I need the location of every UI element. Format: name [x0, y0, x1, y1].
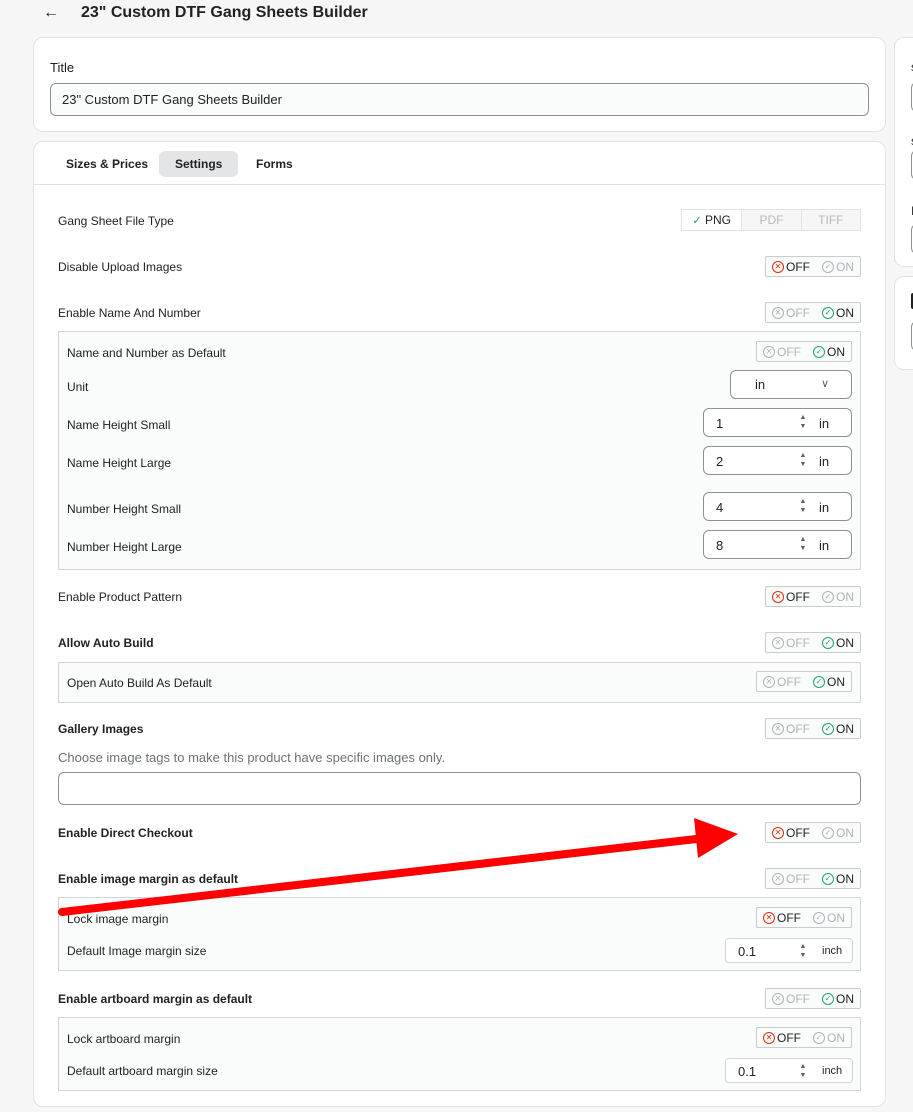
gallery-tags-input[interactable] [58, 772, 861, 805]
artboard-margin-size-input[interactable]: 0.1 ▲ ▼ inch [725, 1058, 853, 1083]
name-number-subpanel: Name and Number as Default ✕ OFF ✓ ON Unit… [58, 331, 861, 570]
image-margin-label: Enable image margin as default [58, 872, 239, 886]
lock-artboard-margin-label: Lock artboard margin [67, 1032, 181, 1046]
stepper-icon[interactable]: ▲ ▼ [798, 535, 808, 553]
on-check-icon: ✓ [822, 872, 834, 885]
back-arrow-icon[interactable]: ← [40, 3, 62, 25]
on-check-icon: ✓ [822, 590, 834, 603]
off-circle-icon: ✕ [772, 722, 784, 735]
stepper-icon[interactable]: ▲ ▼ [798, 1062, 808, 1080]
artboard-margin-toggle[interactable]: ✕ OFF ✓ ON [765, 988, 861, 1009]
direct-checkout-toggle[interactable]: ✕ OFF ✓ ON [765, 822, 861, 843]
off-circle-icon: ✕ [763, 675, 775, 688]
on-check-icon: ✓ [822, 260, 834, 273]
auto-build-default-label: Open Auto Build As Default [67, 676, 212, 690]
off-circle-icon: ✕ [763, 1031, 775, 1044]
image-margin-toggle[interactable]: ✕ OFF ✓ ON [765, 868, 861, 889]
name-number-default-toggle[interactable]: ✕ OFF ✓ ON [756, 341, 852, 362]
off-circle-icon: ✕ [772, 590, 784, 603]
off-circle-icon: ✕ [772, 826, 784, 839]
number-height-large-label: Number Height Large [67, 540, 182, 554]
number-height-small-label: Number Height Small [67, 502, 182, 516]
title-input[interactable] [50, 83, 869, 116]
tab-forms[interactable]: Forms [240, 151, 309, 177]
unit-select[interactable]: in ∨ [730, 370, 852, 399]
on-check-icon: ✓ [813, 1031, 825, 1044]
direct-checkout-label: Enable Direct Checkout [58, 826, 193, 840]
off-circle-icon: ✕ [772, 306, 784, 319]
on-check-icon: ✓ [813, 345, 825, 358]
number-height-large-input[interactable]: 8 ▲ ▼ in [703, 530, 852, 559]
off-circle-icon: ✕ [772, 636, 784, 649]
name-height-large-input[interactable]: 2 ▲ ▼ in [703, 446, 852, 475]
image-margin-size-label: Default Image margin size [67, 944, 207, 958]
page-title: 23" Custom DTF Gang Sheets Builder [81, 4, 368, 21]
file-type-selector: ✓ PNG PDF TIFF [681, 209, 861, 231]
stepper-icon[interactable]: ▲ ▼ [798, 942, 808, 960]
auto-build-default-toggle[interactable]: ✕ OFF ✓ ON [756, 671, 852, 692]
product-pattern-toggle[interactable]: ✕ OFF ✓ ON [765, 586, 861, 607]
stepper-icon[interactable]: ▲ ▼ [798, 451, 808, 469]
auto-build-toggle[interactable]: ✕ OFF ✓ ON [765, 632, 861, 653]
off-circle-icon: ✕ [772, 992, 784, 1005]
name-height-small-input[interactable]: 1 ▲ ▼ in [703, 408, 852, 437]
tab-sizes-prices[interactable]: Sizes & Prices [50, 151, 164, 177]
auto-build-subpanel: Open Auto Build As Default ✕ OFF ✓ ON [58, 662, 861, 703]
gallery-toggle[interactable]: ✕ OFF ✓ ON [765, 718, 861, 739]
title-label: Title [50, 60, 75, 75]
number-height-small-input[interactable]: 4 ▲ ▼ in [703, 492, 852, 521]
lock-image-margin-toggle[interactable]: ✕ OFF ✓ ON [756, 907, 852, 928]
name-height-large-label: Name Height Large [67, 456, 172, 470]
off-circle-icon: ✕ [772, 872, 784, 885]
off-circle-icon: ✕ [763, 345, 775, 358]
on-check-icon: ✓ [813, 675, 825, 688]
on-check-icon: ✓ [822, 826, 834, 839]
on-check-icon: ✓ [822, 306, 834, 319]
on-check-icon: ✓ [822, 722, 834, 735]
on-check-icon: ✓ [822, 636, 834, 649]
name-number-label: Enable Name And Number [58, 306, 201, 320]
file-type-pdf[interactable]: PDF [741, 210, 800, 230]
tab-bar: Sizes & Prices Settings Forms [34, 142, 885, 185]
file-type-png[interactable]: ✓ PNG [682, 210, 742, 230]
name-number-toggle[interactable]: ✕ OFF ✓ ON [765, 302, 861, 323]
image-margin-size-input[interactable]: 0.1 ▲ ▼ inch [725, 938, 853, 963]
side-card-bottom [894, 276, 913, 370]
lock-artboard-margin-toggle[interactable]: ✕ OFF ✓ ON [756, 1027, 852, 1048]
name-number-default-label: Name and Number as Default [67, 346, 226, 360]
top-bar: ← 23" Custom DTF Gang Sheets Builder [0, 0, 913, 30]
lock-image-margin-label: Lock image margin [67, 912, 169, 926]
on-check-icon: ✓ [813, 911, 825, 924]
gallery-label: Gallery Images [58, 722, 144, 736]
stepper-icon[interactable]: ▲ ▼ [798, 497, 808, 515]
artboard-margin-subpanel: Lock artboard margin ✕ OFF ✓ ON Default ar… [58, 1017, 861, 1091]
title-card: Title [33, 37, 886, 132]
file-type-label: Gang Sheet File Type [58, 214, 174, 228]
off-circle-icon: ✕ [763, 911, 775, 924]
check-icon: ✓ [692, 215, 702, 227]
file-type-tiff[interactable]: TIFF [800, 210, 860, 230]
disable-upload-label: Disable Upload Images [58, 260, 183, 274]
product-pattern-label: Enable Product Pattern [58, 590, 183, 604]
image-margin-subpanel: Lock image margin ✕ OFF ✓ ON Default Image… [58, 897, 861, 971]
stepper-icon[interactable]: ▲ ▼ [798, 413, 808, 431]
artboard-margin-label: Enable artboard margin as default [58, 992, 253, 1006]
off-circle-icon: ✕ [772, 260, 784, 273]
gallery-hint: Choose image tags to make this product h… [58, 750, 446, 765]
tab-settings[interactable]: Settings [159, 151, 239, 177]
name-height-small-label: Name Height Small [67, 418, 171, 432]
side-card-top: s s I [894, 37, 913, 267]
disable-upload-toggle[interactable]: ✕ OFF ✓ ON [765, 256, 861, 277]
unit-label: Unit [67, 380, 89, 394]
chevron-down-icon: ∨ [820, 378, 829, 390]
auto-build-label: Allow Auto Build [58, 636, 154, 650]
on-check-icon: ✓ [822, 992, 834, 1005]
artboard-margin-size-label: Default artboard margin size [67, 1064, 218, 1078]
settings-card: Sizes & Prices Settings Forms Gang Sheet… [33, 141, 886, 1107]
